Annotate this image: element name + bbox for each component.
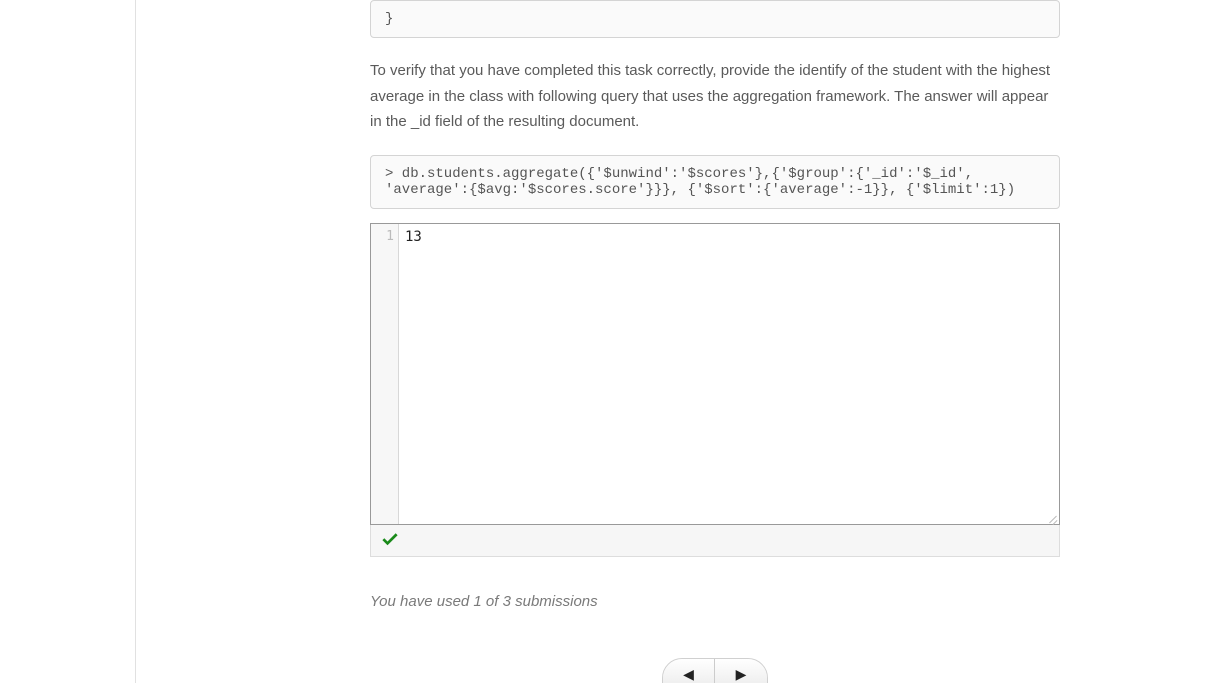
- status-bar: [370, 525, 1060, 557]
- checkmark-icon: [379, 530, 399, 550]
- nav-pill: ◀ ▶: [662, 658, 768, 683]
- instructions-text: To verify that you have completed this t…: [370, 58, 1060, 135]
- main-content: } To verify that you have completed this…: [370, 0, 1060, 683]
- triangle-left-icon: ◀: [683, 666, 694, 683]
- editor-gutter: 1: [371, 224, 399, 524]
- editor-content: 13: [405, 229, 422, 245]
- line-number: 1: [375, 229, 394, 244]
- answer-editor[interactable]: 1 13: [370, 223, 1060, 525]
- prev-button[interactable]: ◀: [663, 659, 715, 683]
- code-block-query: > db.students.aggregate({'$unwind':'$sco…: [370, 155, 1060, 209]
- page-root: } To verify that you have completed this…: [0, 0, 1210, 683]
- code-top-text: }: [385, 11, 393, 27]
- triangle-right-icon: ▶: [736, 666, 747, 683]
- submissions-text: You have used 1 of 3 submissions: [370, 593, 1060, 610]
- editor-body[interactable]: 13: [399, 224, 1059, 524]
- code-block-top: }: [370, 0, 1060, 38]
- next-button[interactable]: ▶: [715, 659, 767, 683]
- sidebar-divider: [135, 0, 136, 683]
- nav-buttons: ◀ ▶: [370, 658, 1060, 683]
- resize-handle-icon: [1045, 510, 1059, 524]
